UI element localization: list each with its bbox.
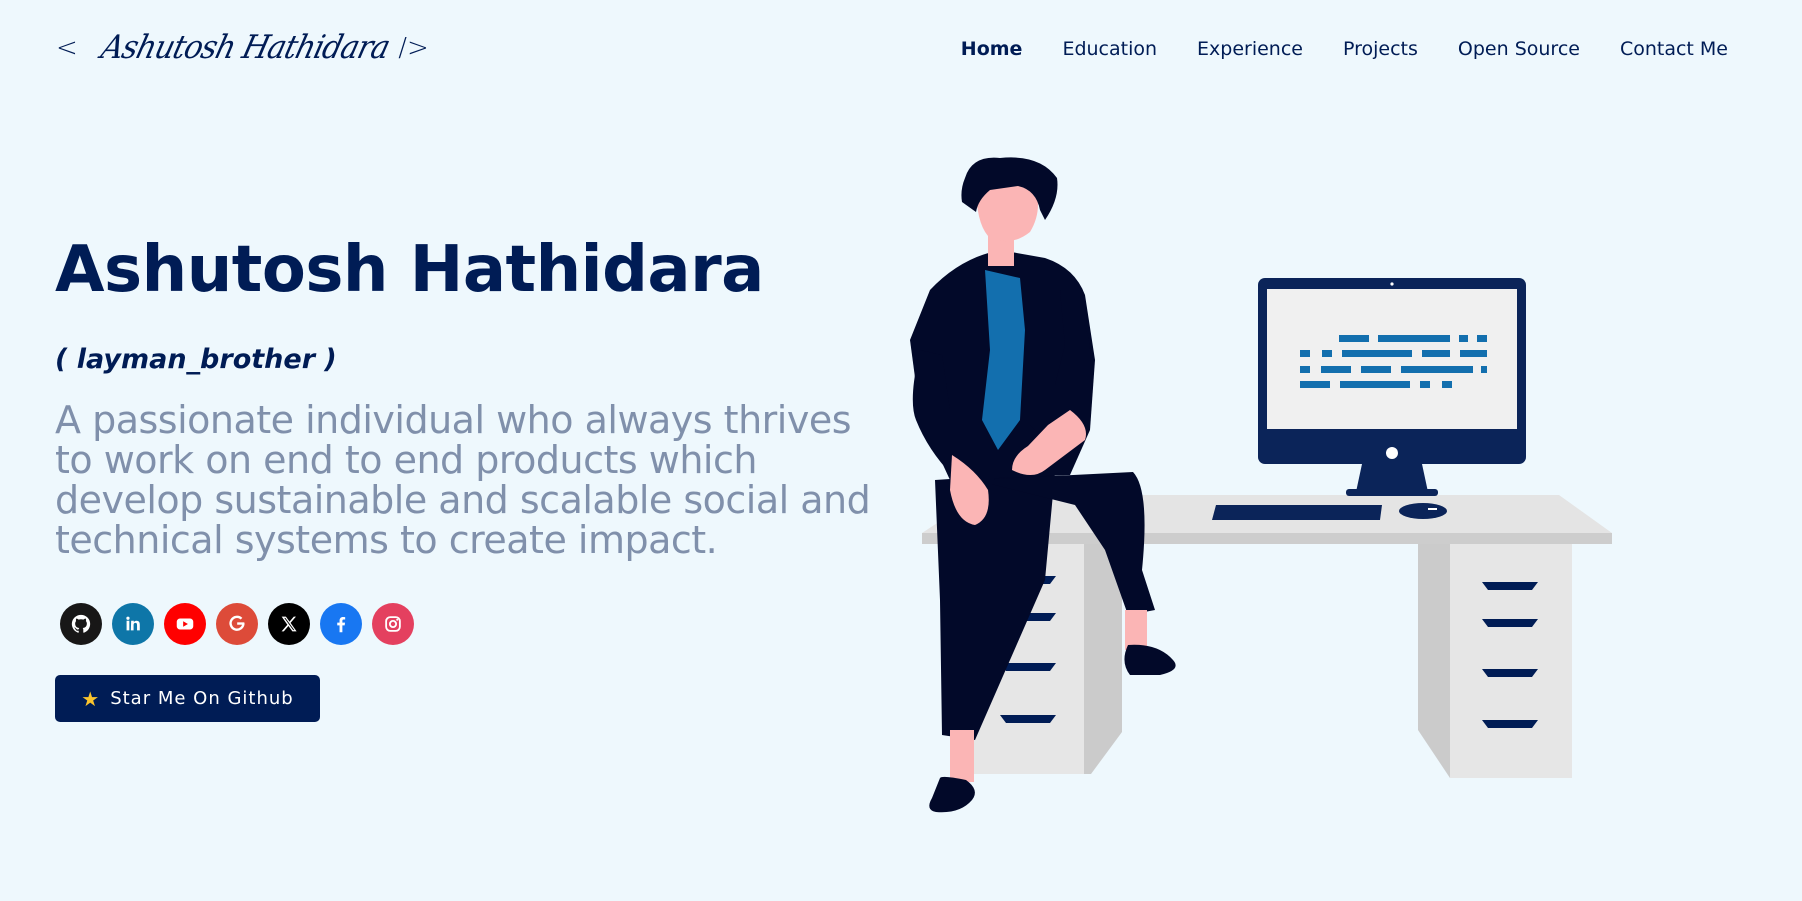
nav-projects[interactable]: Projects xyxy=(1343,38,1418,60)
logo-open-bracket: < xyxy=(56,32,78,63)
nav-contact-me[interactable]: Contact Me xyxy=(1620,38,1728,60)
hero-tagline: A passionate individual who always thriv… xyxy=(55,398,871,562)
hero-nickname: ( layman_brother ) xyxy=(55,344,337,375)
star-button-label: Star Me On Github xyxy=(110,688,294,709)
nav-open-source[interactable]: Open Source xyxy=(1458,38,1580,60)
github-link[interactable] xyxy=(60,603,102,645)
youtube-icon xyxy=(176,618,194,630)
youtube-link[interactable] xyxy=(164,603,206,645)
linkedin-icon xyxy=(126,616,140,631)
logo-signature: Ashutosh Hathidara xyxy=(97,28,393,67)
github-icon xyxy=(71,614,91,633)
nav-education[interactable]: Education xyxy=(1062,38,1157,60)
mouse xyxy=(1399,503,1447,519)
x-link[interactable] xyxy=(268,603,310,645)
developer-at-desk-illustration xyxy=(910,157,1612,813)
hero-name: Ashutosh Hathidara xyxy=(55,233,764,307)
google-icon xyxy=(229,615,245,631)
instagram-link[interactable] xyxy=(372,603,414,645)
facebook-icon xyxy=(337,616,346,633)
google-link[interactable] xyxy=(216,603,258,645)
star-icon: ★ xyxy=(81,686,101,711)
monitor xyxy=(1258,278,1526,496)
x-icon xyxy=(281,616,297,632)
nav-experience[interactable]: Experience xyxy=(1197,38,1303,60)
star-on-github-button[interactable]: ★ Star Me On Github xyxy=(55,675,320,722)
logo-close-bracket: /> xyxy=(398,32,429,63)
keyboard xyxy=(1212,505,1382,520)
linkedin-link[interactable] xyxy=(112,603,154,645)
facebook-link[interactable] xyxy=(320,603,362,645)
nav-home[interactable]: Home xyxy=(961,38,1023,60)
instagram-icon xyxy=(385,616,401,632)
main-nav: Home Education Experience Projects Open … xyxy=(961,38,1728,60)
site-logo[interactable]: < Ashutosh Hathidara /> xyxy=(56,28,429,67)
social-links xyxy=(60,603,414,645)
